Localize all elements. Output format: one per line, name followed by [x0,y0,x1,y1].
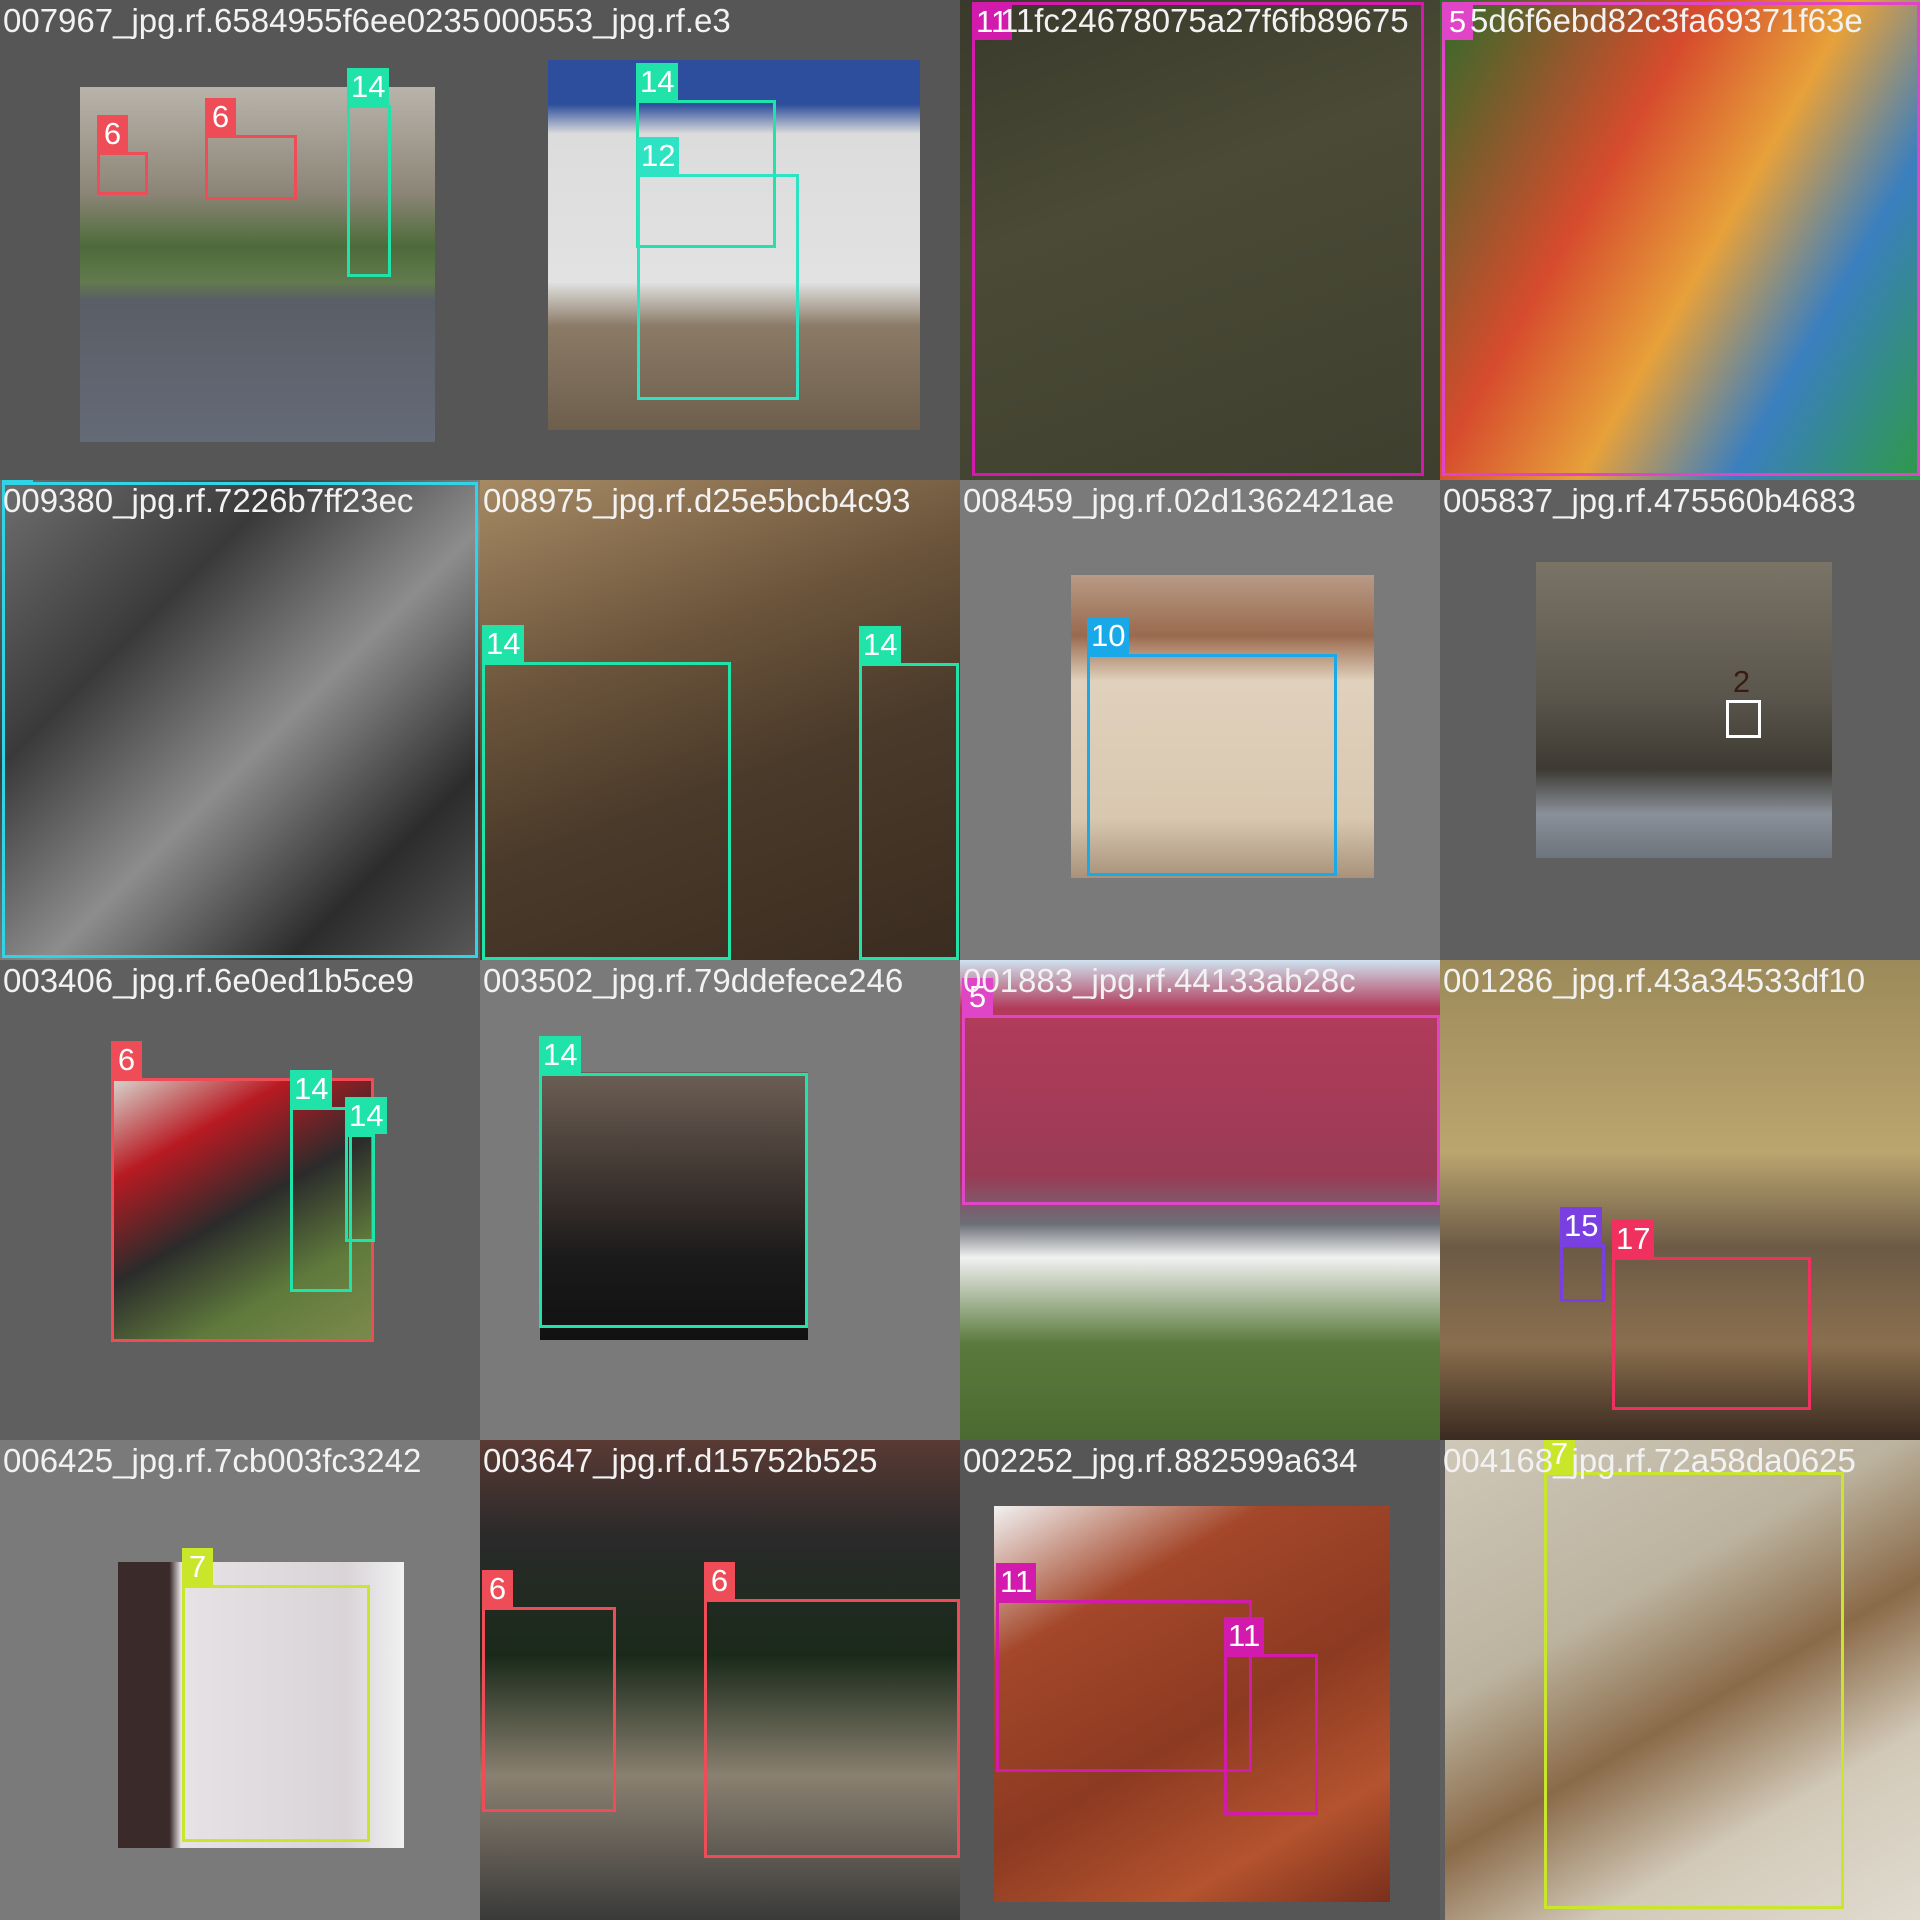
tile-3[interactable]: 11 11fc24678075a27f6fb89675 [960,0,1440,480]
class-label: 2 [1732,664,1751,699]
class-label: 11 [996,1563,1037,1600]
tile-filename: 002252_jpg.rf.882599a634 [963,1442,1358,1479]
detection-box: 14 [539,1036,808,1328]
tile-15[interactable]: 11 11 002252_jpg.rf.882599a634 [960,1440,1440,1920]
detection-box: 1 [2,480,478,958]
tile-7[interactable]: 10 008459_jpg.rf.02d1362421ae [960,480,1440,960]
tile-filename: 006425_jpg.rf.7cb003fc3242 [3,1442,422,1479]
tile-1[interactable]: 6 6 14 007967_jpg.rf.6584955f6ee0235258e… [0,0,480,480]
class-label: 6 [704,1562,735,1599]
tile-8[interactable]: 2 005837_jpg.rf.475560b4683 [1440,480,1920,960]
detection-box: 10 [1087,617,1337,876]
detection-box: 7 [1544,1440,1844,1909]
class-label: 6 [111,1041,142,1078]
class-label: 14 [539,1036,582,1073]
tile-filename: 003502_jpg.rf.79ddefece246 [483,962,904,999]
class-label: 12 [637,137,680,174]
tile-10[interactable]: 14 003502_jpg.rf.79ddefece246 [480,960,960,1440]
class-label: 14 [482,625,525,662]
class-label: 5 [962,978,993,1015]
class-label: 6 [205,98,236,135]
detection-box: 14 [290,1070,352,1292]
class-label: 14 [636,63,679,100]
detection-box: 6 [482,1570,616,1812]
class-label: 1 [2,480,33,485]
tile-filename: 000553_jpg.rf.e3 [483,2,731,39]
class-label: 17 [1612,1220,1655,1257]
detection-box: 14 [345,1097,388,1242]
detection-box: 17 [1612,1220,1811,1410]
detection-box: 14 [347,68,391,277]
detection-box: 11 [1224,1617,1318,1815]
class-label: 6 [97,115,128,152]
tile-13[interactable]: 7 006425_jpg.rf.7cb003fc3242 [0,1440,480,1920]
class-label: 14 [290,1070,333,1107]
class-label: 11 [972,3,1013,40]
class-label: 10 [1087,617,1130,654]
class-label: 11 [1224,1617,1265,1654]
tile-4[interactable]: 5 5d6f6ebd82c3fa69371f63e [1440,0,1920,480]
detection-box: 7 [182,1548,370,1842]
tile-12[interactable]: 15 17 001286_jpg.rf.43a34533df10 [1440,960,1920,1440]
tile-6[interactable]: 14 14 008975_jpg.rf.d25e5bcb4c93 [480,480,960,960]
detection-box: 6 [97,115,148,195]
tile-14[interactable]: 6 6 003647_jpg.rf.d15752b525 [480,1440,960,1920]
tile-filename: 008459_jpg.rf.02d1362421ae [963,482,1395,519]
detection-box: 5 [962,978,1440,1205]
detection-box: 15 [1560,1207,1605,1302]
tile-11[interactable]: 5 001883_jpg.rf.44133ab28c [960,960,1440,1440]
detection-box: 12 [637,137,799,400]
tires-photo [1536,562,1832,858]
class-label: 7 [1544,1440,1575,1472]
detection-box: 2 [1726,664,1761,738]
class-label: 15 [1560,1207,1603,1244]
detection-box: 11 [972,2,1424,476]
class-label: 14 [345,1097,388,1134]
image-grid: 6 6 14 007967_jpg.rf.6584955f6ee0235258e… [0,0,1920,1920]
class-label: 14 [347,68,390,105]
class-label: 5 [1442,3,1473,40]
detection-box: 14 [859,626,959,960]
detection-box: 5 [1442,2,1920,476]
detection-box: 11 [996,1563,1252,1772]
tile-9[interactable]: 6 14 14 003406_jpg.rf.6e0ed1b5ce9 [0,960,480,1440]
tile-filename: 003406_jpg.rf.6e0ed1b5ce9 [3,962,415,999]
detection-box: 14 [482,625,731,960]
tile-filename: 007967_jpg.rf.6584955f6ee0235258e8d8761f… [3,2,480,39]
class-label: 6 [482,1570,513,1607]
class-label: 14 [859,626,902,663]
tile-16[interactable]: 7 004168_jpg.rf.72a58da0625 [1440,1440,1920,1920]
tile-5[interactable]: 1 009380_jpg.rf.7226b7ff23ec [0,480,480,960]
class-label: 7 [182,1548,213,1585]
detection-box: 6 [704,1562,960,1858]
tile-filename: 005837_jpg.rf.475560b4683 [1443,482,1856,519]
detection-box: 6 [205,98,297,200]
tile-2[interactable]: 14 12 000553_jpg.rf.e3 [480,0,960,480]
